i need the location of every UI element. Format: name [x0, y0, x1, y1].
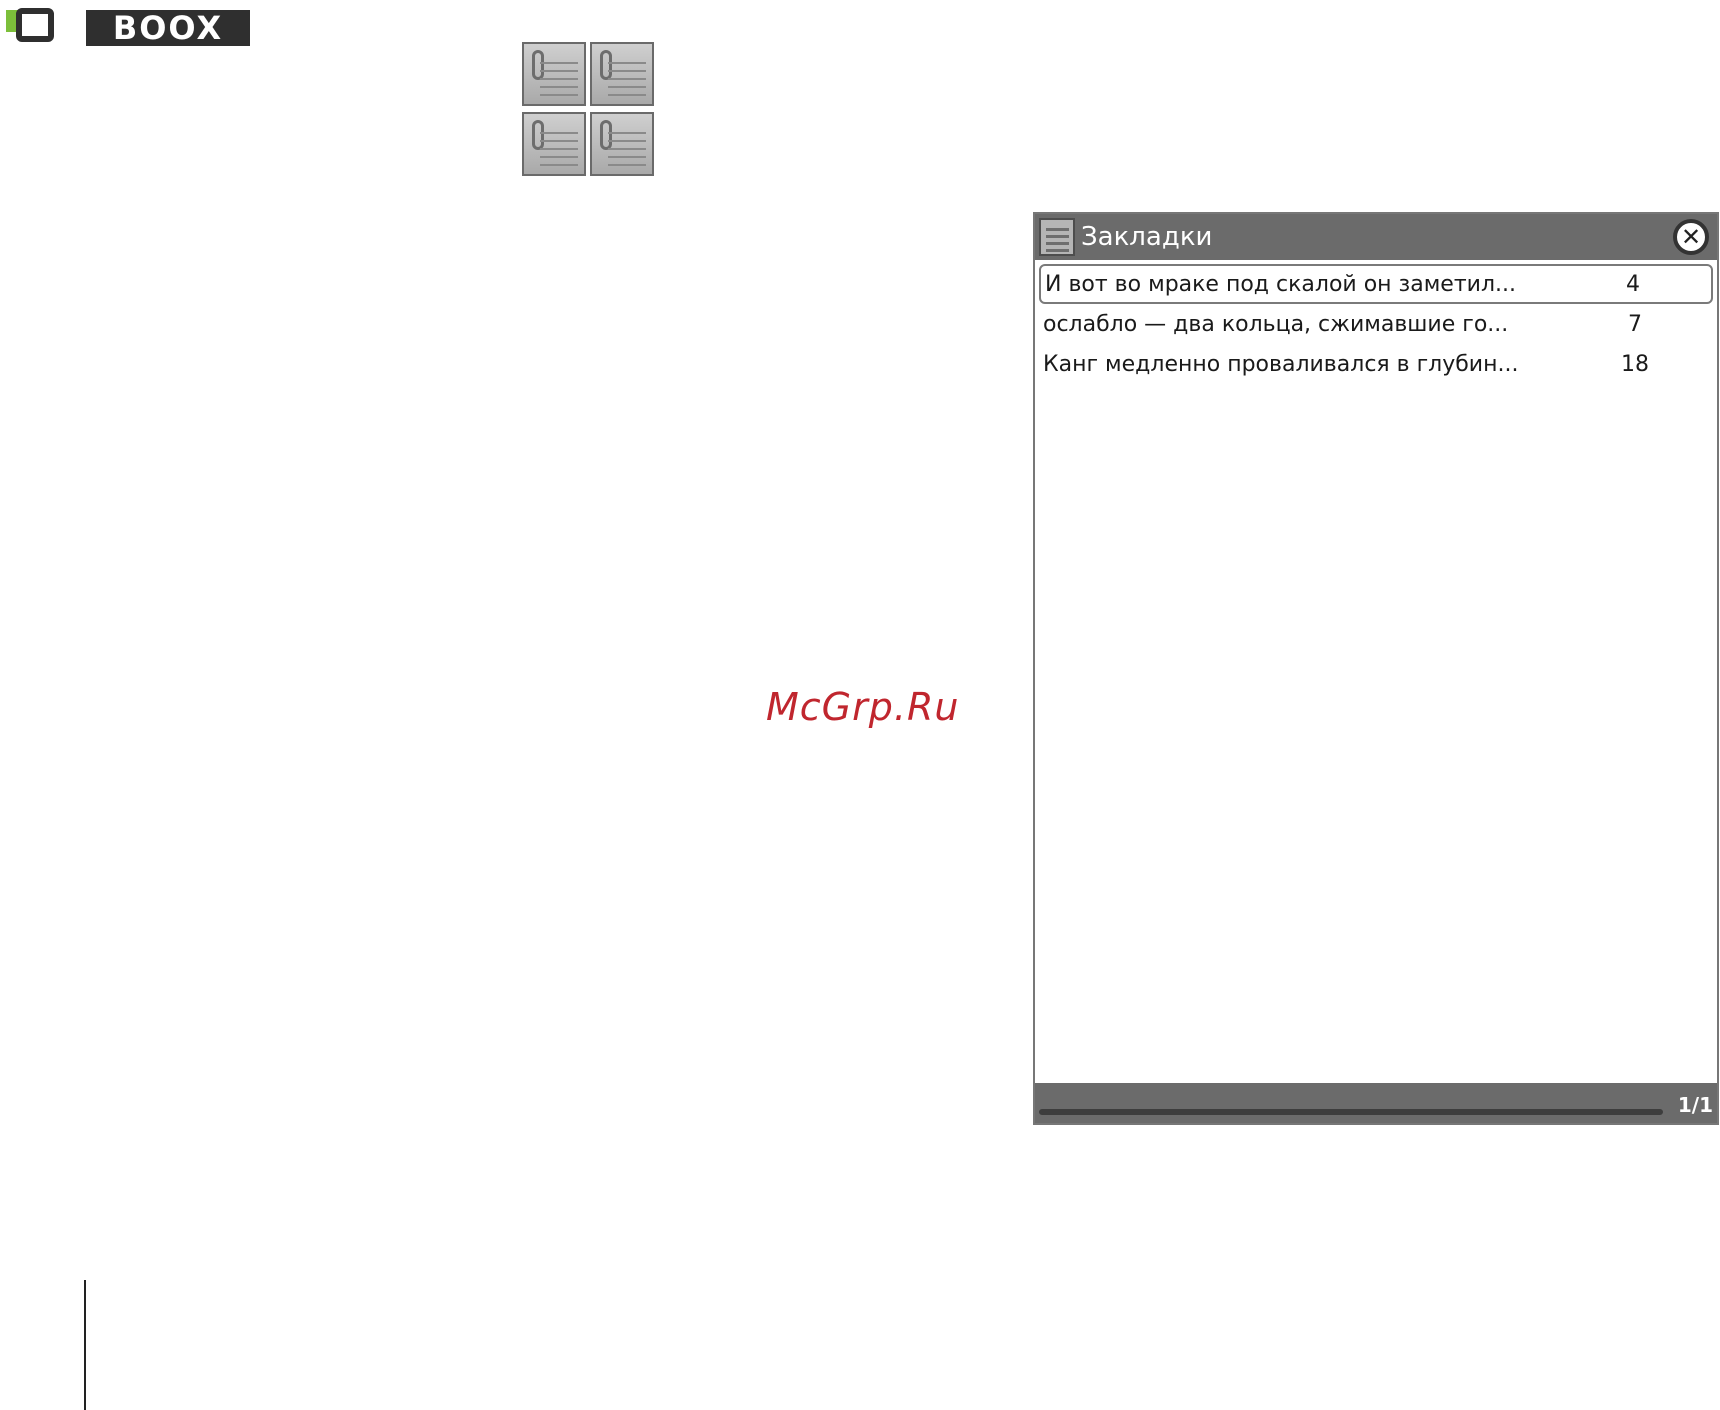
- dialog-title: Закладки: [1081, 222, 1213, 252]
- bookmark-item[interactable]: И вот во мраке под скалой он заметил... …: [1039, 264, 1713, 304]
- boox-logo-mark: [4, 4, 68, 48]
- close-icon: ✕: [1680, 223, 1702, 251]
- boox-logo: BOOX: [4, 4, 250, 48]
- bookmark-list: И вот во мраке под скалой он заметил... …: [1039, 264, 1713, 384]
- dialog-titlebar: Закладки ✕: [1035, 214, 1717, 260]
- bookmark-item[interactable]: ослабло — два кольца, сжимавшие го... 7: [1039, 304, 1713, 344]
- document-clip-icon: [522, 111, 586, 176]
- bookmark-text: ослабло — два кольца, сжимавшие го...: [1043, 311, 1509, 337]
- page-margin-rule: [84, 1280, 86, 1410]
- bookmarks-dialog: Закладки ✕ И вот во мраке под скалой он …: [1033, 212, 1719, 1125]
- bookmarks-feature-icon: [522, 42, 656, 177]
- bookmark-text: Канг медленно проваливался в глубин...: [1043, 351, 1519, 377]
- bookmark-page: 4: [1626, 271, 1640, 297]
- page-progress-bar: [1039, 1109, 1663, 1115]
- page-progress-fill: [1040, 1110, 1662, 1114]
- bookmark-page: 7: [1628, 311, 1642, 337]
- page-counter: 1/1: [1677, 1093, 1713, 1117]
- bookmarks-icon: [1039, 218, 1075, 256]
- watermark-text: McGrp.Ru: [766, 685, 960, 729]
- boox-wordmark: BOOX: [86, 9, 250, 47]
- bookmark-text: И вот во мраке под скалой он заметил...: [1045, 271, 1516, 297]
- document-clip-icon: [590, 111, 654, 176]
- bookmark-page: 18: [1621, 351, 1649, 377]
- document-clip-icon: [590, 42, 654, 106]
- dialog-statusbar: 1/1: [1035, 1083, 1717, 1123]
- bookmark-item[interactable]: Канг медленно проваливался в глубин... 1…: [1039, 344, 1713, 384]
- close-button[interactable]: ✕: [1673, 219, 1709, 255]
- document-clip-icon: [522, 42, 586, 106]
